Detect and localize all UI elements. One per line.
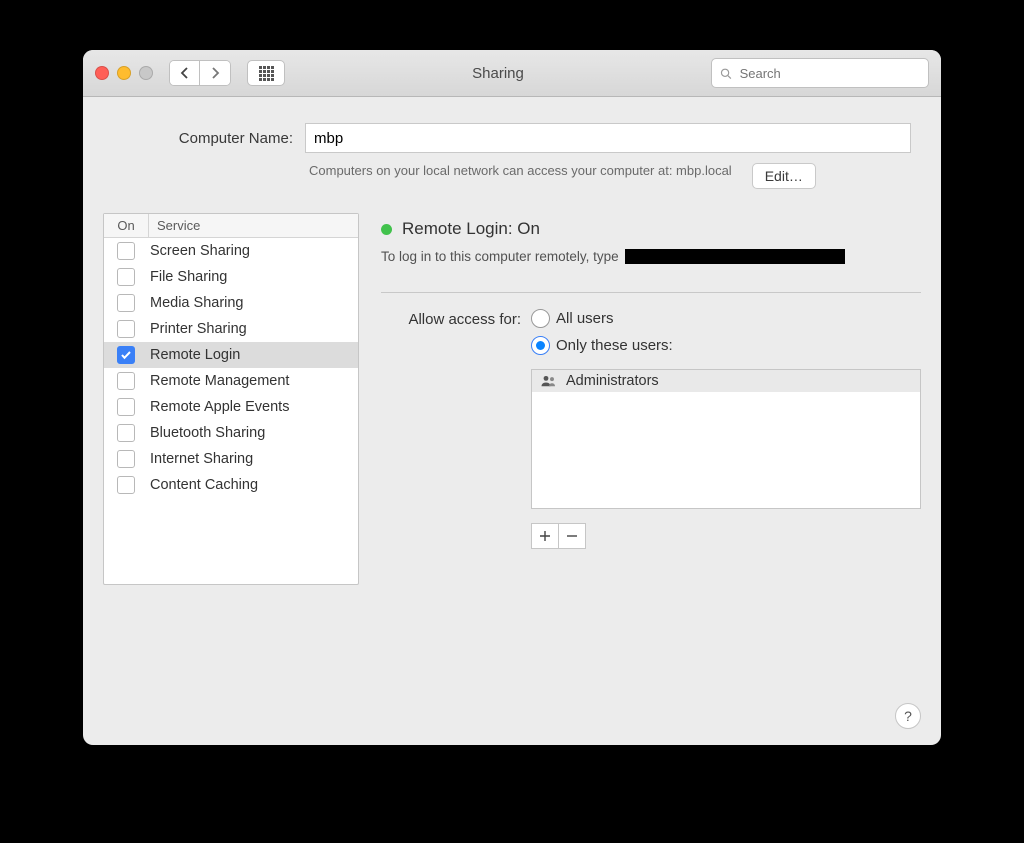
nav-buttons (169, 60, 231, 86)
services-header: On Service (104, 214, 358, 238)
search-icon (720, 67, 732, 80)
minus-icon (566, 530, 578, 542)
radio-only-users-label: Only these users: (556, 337, 673, 354)
service-row[interactable]: Content Caching (104, 472, 358, 498)
computer-name-description: Computers on your local network can acce… (309, 163, 732, 178)
user-list-item[interactable]: Administrators (532, 370, 920, 392)
user-name: Administrators (566, 373, 659, 389)
computer-name-label: Computer Name: (113, 130, 293, 147)
service-checkbox[interactable] (117, 424, 135, 442)
window-controls (95, 66, 153, 80)
login-instruction: To log in to this computer remotely, typ… (381, 249, 921, 264)
service-checkbox[interactable] (117, 294, 135, 312)
add-user-button[interactable] (531, 523, 559, 549)
service-row[interactable]: Screen Sharing (104, 238, 358, 264)
users-list[interactable]: Administrators (531, 369, 921, 509)
service-checkbox[interactable] (117, 372, 135, 390)
service-row[interactable]: Internet Sharing (104, 446, 358, 472)
service-row[interactable]: Remote Login (104, 342, 358, 368)
computer-name-field[interactable] (305, 123, 911, 153)
service-label: Remote Management (148, 373, 358, 389)
service-checkbox[interactable] (117, 346, 135, 364)
access-section: Allow access for: All users Only these u… (381, 309, 921, 549)
service-checkbox[interactable] (117, 398, 135, 416)
status-title: Remote Login: On (402, 219, 540, 239)
edit-hostname-button[interactable]: Edit… (752, 163, 816, 189)
service-label: Remote Apple Events (148, 399, 358, 415)
status-row: Remote Login: On (381, 219, 921, 239)
zoom-window-button (139, 66, 153, 80)
service-label: Internet Sharing (148, 451, 358, 467)
preferences-sharing-window: { "title": "Sharing", "search": {"placeh… (83, 50, 941, 745)
window-title: Sharing (295, 65, 701, 82)
group-icon (540, 374, 558, 388)
service-checkbox[interactable] (117, 268, 135, 286)
separator (381, 292, 921, 293)
remove-user-button[interactable] (559, 523, 586, 549)
service-checkbox[interactable] (117, 450, 135, 468)
services-table: On Service Screen Sharing File Sharing Med… (103, 213, 359, 585)
help-button[interactable]: ? (895, 703, 921, 729)
service-row[interactable]: Remote Apple Events (104, 394, 358, 420)
service-checkbox[interactable] (117, 242, 135, 260)
radio-all-users-label: All users (556, 310, 614, 327)
service-row[interactable]: File Sharing (104, 264, 358, 290)
forward-button[interactable] (200, 61, 230, 85)
access-label: Allow access for: (381, 309, 521, 549)
status-indicator-icon (381, 224, 392, 235)
service-label: Media Sharing (148, 295, 358, 311)
search-field[interactable] (711, 58, 929, 88)
service-label: Bluetooth Sharing (148, 425, 358, 441)
service-label: Remote Login (148, 347, 358, 363)
service-row[interactable]: Remote Management (104, 368, 358, 394)
grid-icon (259, 66, 274, 81)
service-row[interactable]: Media Sharing (104, 290, 358, 316)
titlebar: Sharing (83, 50, 941, 97)
close-window-button[interactable] (95, 66, 109, 80)
plus-icon (539, 530, 551, 542)
service-checkbox[interactable] (117, 320, 135, 338)
search-input[interactable] (738, 65, 920, 82)
show-all-button[interactable] (247, 60, 285, 86)
service-row[interactable]: Bluetooth Sharing (104, 420, 358, 446)
service-detail-pane: Remote Login: On To log in to this compu… (381, 213, 921, 585)
chevron-right-icon (210, 67, 220, 79)
check-icon (120, 349, 132, 361)
radio-only-users[interactable]: Only these users: (531, 336, 921, 355)
redacted-text (625, 249, 845, 264)
column-on: On (104, 214, 149, 237)
service-label: Content Caching (148, 477, 358, 493)
service-label: Screen Sharing (148, 243, 358, 259)
chevron-left-icon (180, 67, 190, 79)
service-row[interactable]: Printer Sharing (104, 316, 358, 342)
service-label: Printer Sharing (148, 321, 358, 337)
service-checkbox[interactable] (117, 476, 135, 494)
column-service: Service (149, 214, 358, 237)
user-list-buttons (531, 523, 921, 549)
radio-all-users[interactable]: All users (531, 309, 921, 328)
service-label: File Sharing (148, 269, 358, 285)
computer-name-section: Computer Name: Computers on your local n… (83, 97, 941, 213)
minimize-window-button[interactable] (117, 66, 131, 80)
back-button[interactable] (170, 61, 200, 85)
